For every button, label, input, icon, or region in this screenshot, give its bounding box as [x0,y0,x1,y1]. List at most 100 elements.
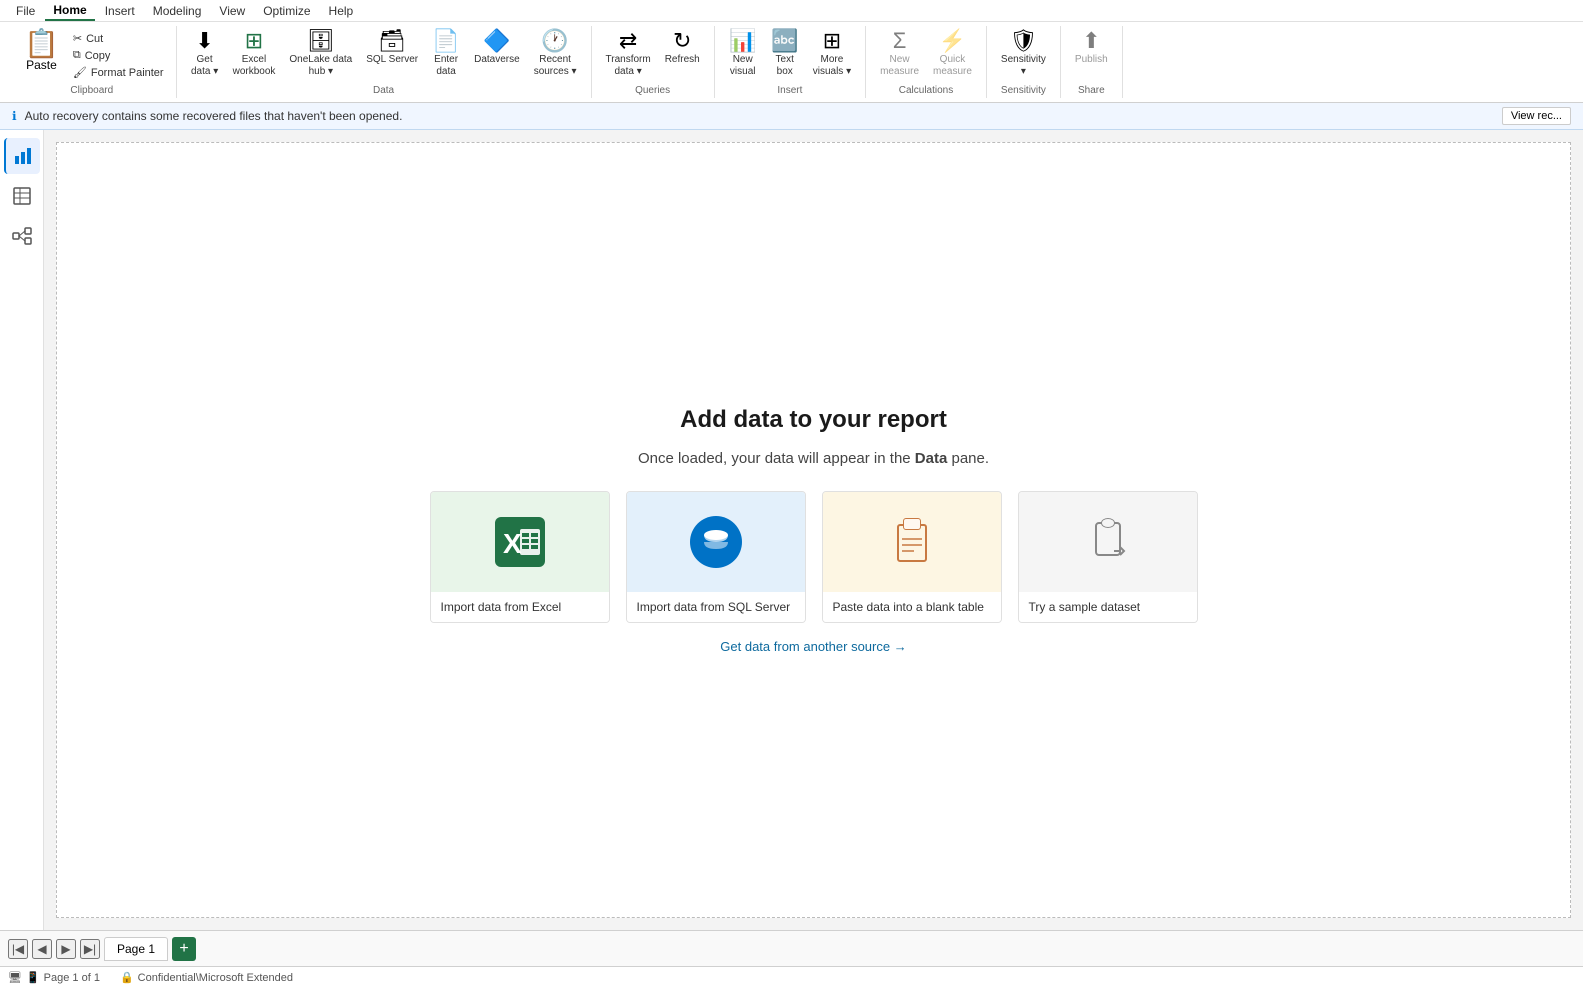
canvas-title: Add data to your report [680,406,947,434]
info-message: Auto recovery contains some recovered fi… [25,109,403,123]
quick-measure-button[interactable]: ⚡ Quickmeasure [927,26,978,82]
sample-card-icon [1086,517,1130,567]
prev-page-button[interactable]: ◀ [32,939,52,959]
get-data-button[interactable]: ⬇ Getdata ▾ [185,26,225,82]
monitor-icon: 🖥 [8,971,22,984]
status-bar: 🖥 📱 Page 1 of 1 🔒 Confidential\Microsoft… [0,966,1583,988]
quick-measure-label: Quickmeasure [933,54,972,78]
menu-optimize[interactable]: Optimize [255,2,318,20]
format-painter-label: Format Painter [91,67,164,79]
import-sql-card[interactable]: Import data from SQL Server [626,491,806,623]
text-box-button[interactable]: 🔤 Textbox [765,26,805,82]
last-page-button[interactable]: ▶| [80,939,100,959]
calculations-group: Σ Newmeasure ⚡ Quickmeasure Calculations [866,26,987,98]
table-view-icon[interactable] [4,178,40,214]
menu-insert[interactable]: Insert [97,2,143,20]
more-visuals-button[interactable]: ⊞ Morevisuals ▾ [807,26,857,82]
sample-card-icon-area [1019,492,1197,592]
excel-icon: ⊞ [245,30,263,52]
menu-help[interactable]: Help [321,2,362,20]
transform-label: Transformdata ▾ [606,54,651,78]
enter-data-label: Enterdata [434,54,458,78]
info-icon: ℹ [12,109,17,123]
sql-card-icon-area [627,492,805,592]
menu-bar: File Home Insert Modeling View Optimize … [0,0,1583,22]
excel-card-label: Import data from Excel [431,592,609,622]
copy-button[interactable]: ⧉ Copy [69,47,168,64]
data-group: ⬇ Getdata ▾ ⊞ Excelworkbook 🗄 OneLake da… [177,26,592,98]
new-measure-button[interactable]: Σ Newmeasure [874,26,925,82]
subtitle-end: pane. [951,450,989,467]
menu-view[interactable]: View [211,2,253,20]
info-bar: ℹ Auto recovery contains some recovered … [0,103,1583,130]
recent-sources-button[interactable]: 🕐 Recentsources ▾ [528,26,583,82]
transform-data-button[interactable]: ⇄ Transformdata ▾ [600,26,657,82]
clipboard-group: 📋 Paste ✂ Cut ⧉ Copy 🖌 Format [8,26,177,98]
subtitle-bold: Data [915,450,948,467]
paste-button[interactable]: 📋 Paste [16,26,67,76]
sql-icon-svg [701,527,731,557]
sensitivity-icon: 🛡 [1009,30,1037,52]
menu-modeling[interactable]: Modeling [145,2,210,20]
page-tab[interactable]: Page 1 [104,937,168,961]
enter-data-icon: 📄 [432,30,459,52]
enter-data-button[interactable]: 📄 Enterdata [426,26,466,82]
excel-card-icon: X [495,517,545,567]
import-excel-card[interactable]: X Import data from Excel [430,491,610,623]
cut-button[interactable]: ✂ Cut [69,30,168,47]
sample-dataset-card[interactable]: Try a sample dataset [1018,491,1198,623]
onelake-icon: 🗄 [307,30,335,52]
recent-sources-label: Recentsources ▾ [534,54,577,78]
model-view-icon[interactable] [4,218,40,254]
insert-group: 📊 Newvisual 🔤 Textbox ⊞ Morevisuals ▾ In… [715,26,866,98]
more-visuals-icon: ⊞ [823,30,841,52]
sensitivity-group-label: Sensitivity [1001,83,1046,98]
tablet-icon: 📱 [26,971,40,984]
queries-group: ⇄ Transformdata ▾ ↻ Refresh Queries [592,26,715,98]
more-visuals-label: Morevisuals ▾ [813,54,851,78]
refresh-label: Refresh [665,54,700,66]
sql-icon: 🗃 [378,30,406,52]
excel-label: Excelworkbook [233,54,276,78]
format-painter-button[interactable]: 🖌 Format Painter [69,64,168,81]
svg-text:X: X [503,528,522,559]
get-data-label: Getdata ▾ [191,54,218,78]
new-visual-icon: 📊 [729,30,756,52]
dataverse-button[interactable]: 🔷 Dataverse [468,26,526,70]
canvas-wrapper: Add data to your report Once loaded, you… [44,130,1583,930]
format-painter-icon: 🖌 [73,66,87,79]
sensitivity-label: Sensitivity▾ [1001,54,1046,78]
new-measure-label: Newmeasure [880,54,919,78]
first-page-button[interactable]: |◀ [8,939,28,959]
view-recovered-button[interactable]: View rec... [1502,107,1571,125]
menu-home[interactable]: Home [45,1,94,21]
paste-card-label: Paste data into a blank table [823,592,1001,622]
data-cards: X Import data from Excel [430,491,1198,623]
paste-card-icon-area [823,492,1001,592]
refresh-button[interactable]: ↻ Refresh [659,26,706,70]
next-page-button[interactable]: ▶ [56,939,76,959]
excel-card-icon-area: X [431,492,609,592]
copy-label: Copy [85,50,111,62]
paste-blank-card[interactable]: Paste data into a blank table [822,491,1002,623]
recent-sources-icon: 🕐 [541,30,568,52]
menu-file[interactable]: File [8,2,43,20]
onelake-button[interactable]: 🗄 OneLake datahub ▾ [283,26,358,82]
subtitle-start: Once loaded, your data will appear in th… [638,450,915,467]
transform-icon: ⇄ [619,30,637,52]
text-box-label: Textbox [776,54,794,78]
canvas-subtitle: Once loaded, your data will appear in th… [638,450,989,467]
excel-workbook-button[interactable]: ⊞ Excelworkbook [227,26,282,82]
onelake-label: OneLake datahub ▾ [289,54,352,78]
new-visual-button[interactable]: 📊 Newvisual [723,26,763,82]
copy-icon: ⧉ [73,49,81,62]
sql-server-button[interactable]: 🗃 SQL Server [360,26,424,70]
get-data-link[interactable]: Get data from another source → [720,639,906,654]
cut-label: Cut [86,33,103,45]
sensitivity-button[interactable]: 🛡 Sensitivity▾ [995,26,1052,82]
publish-button[interactable]: ⬆ Publish [1069,26,1114,70]
paste-card-icon [890,517,934,567]
add-page-button[interactable]: + [172,937,196,961]
insert-group-label: Insert [777,83,802,98]
report-view-icon[interactable] [4,138,40,174]
